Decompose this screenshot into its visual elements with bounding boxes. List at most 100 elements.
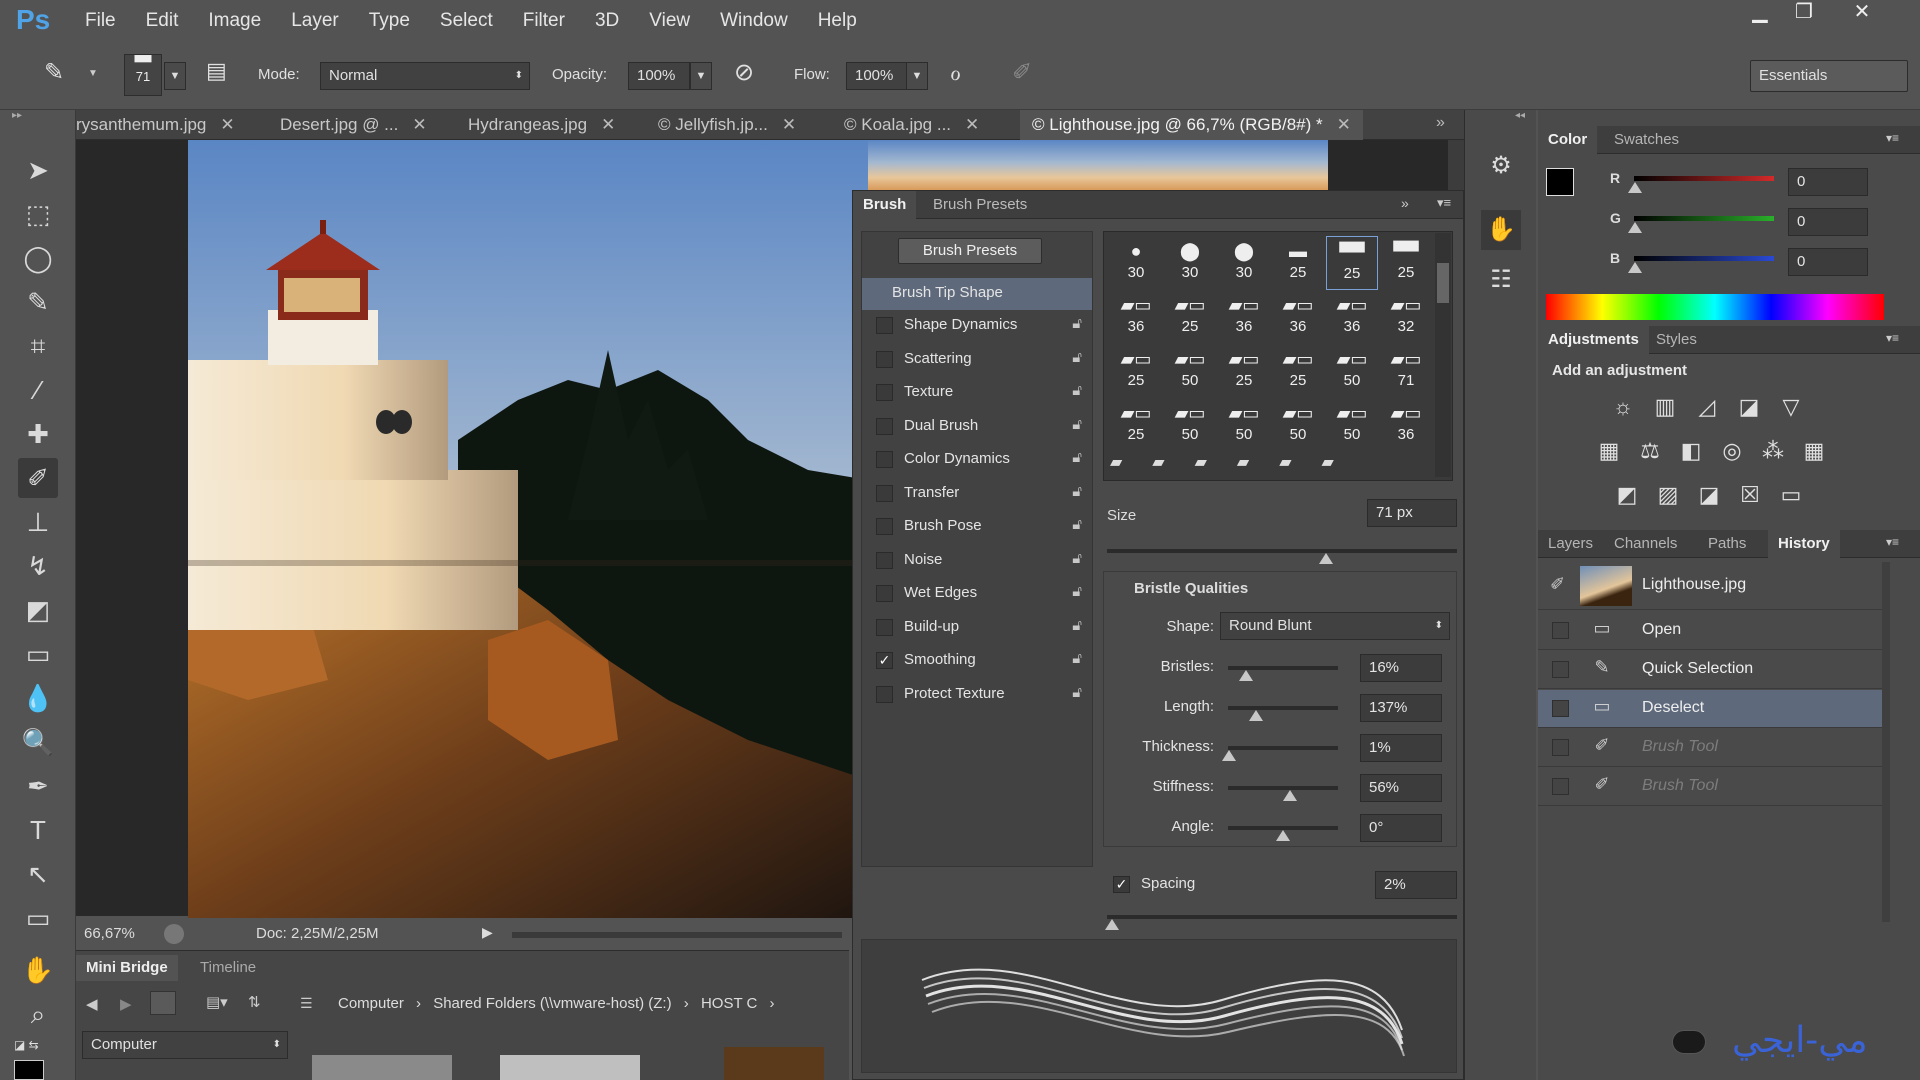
spacing-row[interactable]: ✓ Spacing [1103, 869, 1303, 901]
properties-panel-icon[interactable]: ☷ [1481, 260, 1521, 300]
brush-option-color-dynamics[interactable]: Color Dynamics 🔓︎ [862, 444, 1092, 476]
restore-icon[interactable]: ❐ [1782, 0, 1826, 28]
dodge-tool-icon[interactable]: 🔍 [18, 722, 58, 762]
history-brush-tool-icon[interactable]: ↯ [18, 546, 58, 586]
history-scrollbar[interactable] [1882, 562, 1890, 922]
status-globe-icon[interactable] [164, 924, 184, 944]
menu-3d[interactable]: 3D [580, 10, 634, 32]
gradient-map-icon[interactable]: ▭ [1776, 480, 1806, 510]
tab-chrysanthemum[interactable]: rysanthemum.jpg ✕ [76, 110, 235, 140]
channel-value-input[interactable]: 0 [1788, 208, 1868, 236]
close-window-icon[interactable]: ✕ [1840, 0, 1884, 28]
horizontal-scrollbar[interactable] [512, 932, 842, 938]
brush-panel-icon[interactable]: ✋ [1481, 210, 1521, 250]
thumbnail[interactable] [724, 1047, 824, 1080]
option-checkbox[interactable] [876, 350, 893, 368]
opacity-input[interactable]: 100% [628, 62, 690, 90]
menu-select[interactable]: Select [425, 10, 508, 32]
brush-option-protect-texture[interactable]: Protect Texture 🔓︎ [862, 679, 1092, 711]
brush-option-transfer[interactable]: Transfer 🔓︎ [862, 478, 1092, 510]
brush-tip[interactable]: ▰▭ 50 [1164, 344, 1216, 398]
brush-tip[interactable]: ● 30 [1110, 236, 1162, 290]
tab-layers[interactable]: Layers [1538, 530, 1603, 558]
exposure-icon[interactable]: ◪ [1734, 392, 1764, 422]
brush-tip[interactable]: ▰▭ 25 [1164, 290, 1216, 344]
rectangle-tool-icon[interactable]: ▭ [18, 898, 58, 938]
lock-icon[interactable]: 🔓︎ [1072, 583, 1082, 600]
channel-mixer-icon[interactable]: ⁂ [1758, 436, 1788, 466]
brush-tip[interactable]: ⬤ 30 [1164, 236, 1216, 290]
menu-file[interactable]: File [70, 10, 131, 32]
hue-saturation-icon[interactable]: ▦ [1594, 436, 1624, 466]
brush-presets-button[interactable]: Brush Presets [898, 238, 1042, 264]
quality-value-input[interactable]: 0° [1360, 814, 1442, 842]
brush-tip[interactable]: ▬ 25 [1272, 236, 1324, 290]
brush-tip[interactable]: ▰▭ 36 [1380, 398, 1432, 452]
brush-option-shape-dynamics[interactable]: Shape Dynamics 🔓︎ [862, 310, 1092, 342]
channel-value-input[interactable]: 0 [1788, 168, 1868, 196]
photo-filter-icon[interactable]: ◎ [1717, 436, 1747, 466]
invert-icon[interactable]: ◩ [1612, 480, 1642, 510]
tab-color[interactable]: Color [1538, 126, 1598, 154]
pen-tool-icon[interactable]: ✒ [18, 766, 58, 806]
channel-value-input[interactable]: 0 [1788, 248, 1868, 276]
menu-layer[interactable]: Layer [276, 10, 354, 32]
menu-window[interactable]: Window [705, 10, 803, 32]
tab-desert[interactable]: Desert.jpg @ ... ✕ [280, 110, 427, 140]
tip-grid-scrollbar[interactable] [1435, 233, 1451, 477]
type-tool-icon[interactable]: T [18, 810, 58, 850]
brush-tip[interactable]: ▰▭ 50 [1326, 344, 1378, 398]
tab-brush[interactable]: Brush [853, 191, 917, 219]
option-checkbox[interactable] [876, 451, 893, 468]
quality-slider-thumb[interactable] [1282, 790, 1297, 801]
brush-tip[interactable]: ▰▭ 50 [1218, 398, 1270, 452]
back-icon[interactable]: ◀ [86, 995, 98, 1013]
mode-select[interactable]: Normal ⬍ [320, 62, 530, 90]
brush-tip[interactable]: ▰▭ 25 [1110, 398, 1162, 452]
forward-icon[interactable]: ▶ [120, 995, 132, 1013]
spacing-checkbox[interactable]: ✓ [1113, 876, 1130, 893]
more-tabs-icon[interactable]: » [1436, 114, 1445, 132]
size-slider[interactable] [1107, 549, 1457, 553]
bridge-sort-icon[interactable]: ⇅ [248, 993, 261, 1011]
eyedropper-tool-icon[interactable]: ⁄ [18, 370, 58, 410]
close-tab-icon[interactable]: ✕ [412, 115, 426, 134]
brush-tip[interactable]: ▰▭ 25 [1272, 344, 1324, 398]
tab-jellyfish[interactable]: © Jellyfish.jp... ✕ [658, 110, 796, 140]
bridge-layout-icon[interactable]: ▤▾ [206, 993, 228, 1011]
history-step[interactable]: ▭ Open [1538, 612, 1882, 650]
quality-slider-thumb[interactable] [1248, 710, 1263, 721]
option-checkbox[interactable]: ✓ [876, 652, 893, 669]
history-snapshot[interactable]: ✐ Lighthouse.jpg [1538, 562, 1882, 610]
menu-view[interactable]: View [634, 10, 705, 32]
quality-value-input[interactable]: 137% [1360, 694, 1442, 722]
lock-icon[interactable]: 🔓︎ [1072, 550, 1082, 567]
history-source-checkbox[interactable] [1552, 778, 1569, 795]
brush-option-noise[interactable]: Noise 🔓︎ [862, 545, 1092, 577]
curves-icon[interactable]: ◿ [1692, 392, 1722, 422]
quality-value-input[interactable]: 1% [1360, 734, 1442, 762]
history-brush-source-icon[interactable]: ✐ [1550, 574, 1565, 595]
tab-swatches[interactable]: Swatches [1604, 126, 1689, 154]
lock-icon[interactable]: 🔓︎ [1072, 516, 1082, 533]
lock-icon[interactable]: 🔓︎ [1072, 382, 1082, 399]
lock-icon[interactable]: 🔓︎ [1072, 483, 1082, 500]
preset-dropdown-arrow-icon[interactable]: ▼ [88, 68, 98, 79]
menu-image[interactable]: Image [193, 10, 276, 32]
zoom-level[interactable]: 66,67% [84, 925, 135, 942]
brush-tip-shape-item[interactable]: Brush Tip Shape [862, 278, 1092, 310]
color-lookup-icon[interactable]: ▦ [1799, 436, 1829, 466]
zoom-tool-icon[interactable]: ⌕ [18, 994, 58, 1034]
close-tab-icon[interactable]: ✕ [1337, 115, 1351, 134]
marquee-tool-icon[interactable]: ⬚ [18, 194, 58, 234]
brush-option-scattering[interactable]: Scattering 🔓︎ [862, 344, 1092, 376]
option-checkbox[interactable] [876, 484, 893, 502]
tab-lighthouse[interactable]: © Lighthouse.jpg @ 66,7% (RGB/8#) * ✕ [1020, 110, 1363, 140]
brush-tip[interactable]: ▰▭ 71 [1380, 344, 1432, 398]
lock-icon[interactable]: 🔓︎ [1072, 416, 1082, 433]
toggle-brush-panel-icon[interactable]: ▤ [206, 58, 227, 84]
path-selection-tool-icon[interactable]: ↖ [18, 854, 58, 894]
option-checkbox[interactable] [876, 317, 893, 334]
opacity-dropdown-icon[interactable]: ▼ [690, 62, 712, 90]
healing-brush-tool-icon[interactable]: ✚ [18, 414, 58, 454]
